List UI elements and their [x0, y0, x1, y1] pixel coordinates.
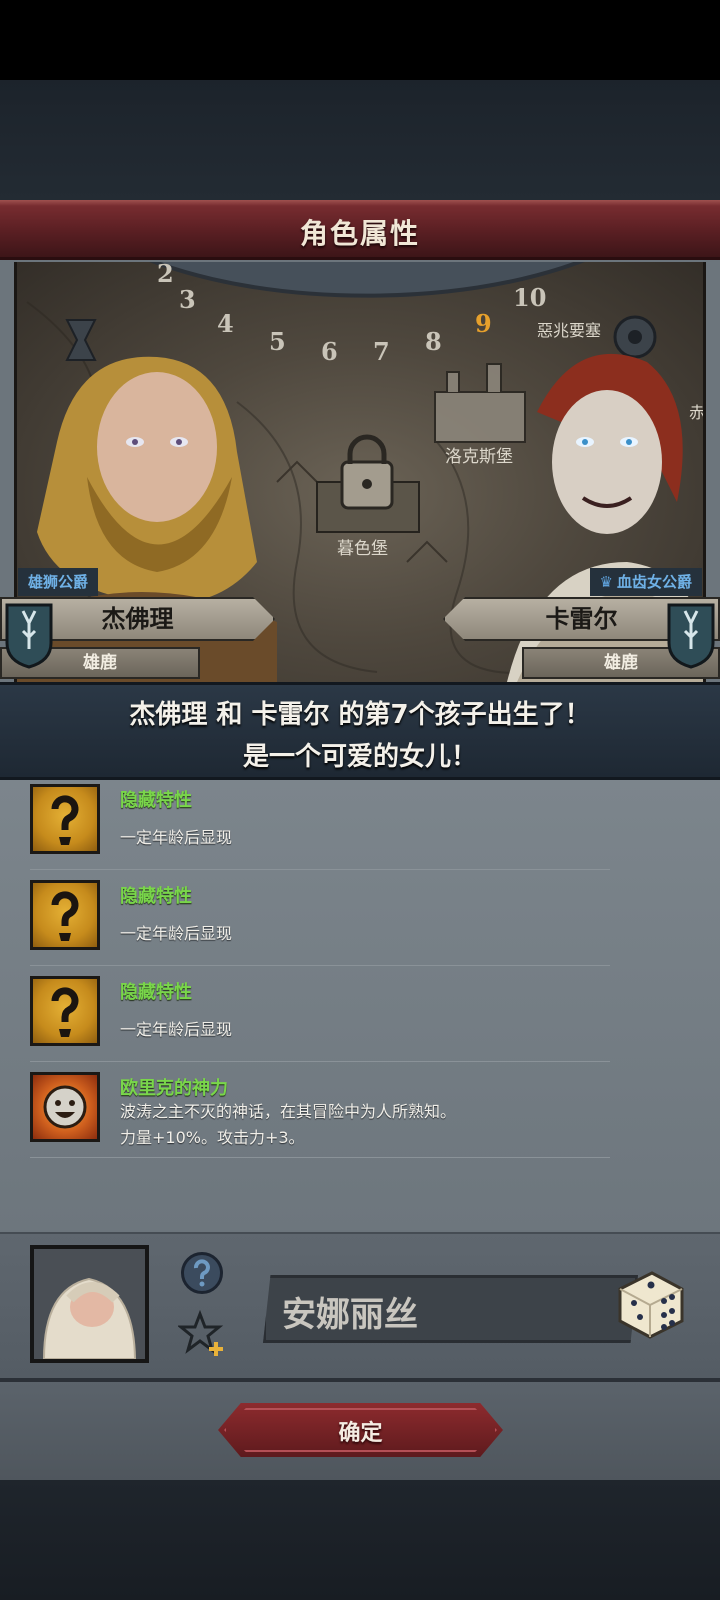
- trait-description: 一定年龄后显现: [120, 1020, 233, 1039]
- trait-name: 欧里克的神力: [120, 1078, 228, 1099]
- question-icon: [30, 784, 100, 854]
- dial-number: 3: [179, 285, 196, 314]
- dial-number: 4: [217, 309, 234, 338]
- star-plus-icon: [176, 1309, 224, 1356]
- dial-number: 2: [157, 262, 174, 288]
- trait-item[interactable]: 隐藏特性 一定年龄后显现: [0, 780, 640, 876]
- dial-number: 6: [321, 337, 338, 366]
- father-title-tag: 雄狮公爵: [18, 568, 99, 596]
- stag-crest-icon: [667, 603, 715, 669]
- announcement-line-1: 杰佛理 和 卡雷尔 的第7个孩子出生了！: [129, 700, 591, 730]
- trait-item[interactable]: 隐藏特性 一定年龄后显现: [0, 876, 640, 972]
- title-bar: 角色属性: [0, 200, 720, 260]
- castle-left: [434, 363, 526, 443]
- location-label: 暮色堡: [337, 539, 388, 559]
- trait-list: 隐藏特性 一定年龄后显现 隐藏特性 一定年龄后显现 隐藏特性 一定年龄后显现 欧…: [0, 780, 720, 1230]
- trait-description: 一定年龄后显现: [120, 924, 233, 943]
- question-icon: [30, 880, 100, 950]
- dial-number: 5: [269, 327, 286, 356]
- trait-effect: 力量+10%。攻击力+3。: [120, 1128, 305, 1147]
- dice-icon: [618, 1271, 684, 1339]
- dial-number: 10: [513, 283, 546, 312]
- trait-item[interactable]: 欧里克的神力 波涛之主不灭的神话，在其冒险中为人所熟知。 力量+10%。攻击力+…: [0, 1068, 640, 1164]
- favorite-star-button[interactable]: [176, 1309, 228, 1360]
- backdrop-top: [0, 80, 720, 200]
- stag-crest-icon: [5, 603, 53, 669]
- question-mark-icon: [194, 1259, 210, 1287]
- divider: [30, 869, 610, 870]
- location-label: 赤: [689, 403, 705, 422]
- dial-number: 7: [373, 337, 390, 366]
- child-portrait: [30, 1245, 149, 1363]
- location-label: 惡兆要塞: [537, 321, 601, 340]
- locked-castle-icon: [316, 434, 420, 533]
- announcement-line-2: 是一个可爱的女儿！: [242, 742, 477, 772]
- hourglass-icon: [65, 319, 97, 361]
- confirm-label: 确定: [338, 1421, 383, 1446]
- dial-number: 8: [425, 327, 442, 356]
- gear-icon: [613, 315, 657, 359]
- divider: [30, 1061, 610, 1062]
- help-button[interactable]: [181, 1252, 223, 1294]
- mother-title: 血齿女公爵: [616, 573, 692, 591]
- divider: [30, 1157, 610, 1158]
- crown-icon: ♛: [599, 573, 613, 591]
- trait-description: 波涛之主不灭的神话，在其冒险中为人所熟知。: [120, 1102, 457, 1121]
- page-title: 角色属性: [299, 217, 420, 250]
- divider: [30, 965, 610, 966]
- backdrop-bottom: [0, 1480, 720, 1600]
- trait-description: 一定年龄后显现: [120, 828, 233, 847]
- trait-name: 隐藏特性: [120, 886, 192, 907]
- smiling-face-icon: [30, 1072, 100, 1142]
- status-bar: [0, 0, 720, 80]
- randomize-name-button[interactable]: [612, 1265, 690, 1343]
- trait-item[interactable]: 隐藏特性 一定年龄后显现: [0, 972, 640, 1068]
- trait-name: 隐藏特性: [120, 790, 192, 811]
- confirm-button[interactable]: 确定: [218, 1403, 503, 1457]
- location-label: 洛克斯堡: [445, 447, 513, 467]
- mother-title-tag: ♛ 血齿女公爵: [589, 568, 702, 596]
- question-icon: [30, 976, 100, 1046]
- trait-name: 隐藏特性: [120, 982, 192, 1003]
- dial-number-active: 9: [475, 309, 492, 338]
- child-name-value[interactable]: 安娜丽丝: [282, 1287, 418, 1336]
- baby-icon: [42, 1277, 137, 1360]
